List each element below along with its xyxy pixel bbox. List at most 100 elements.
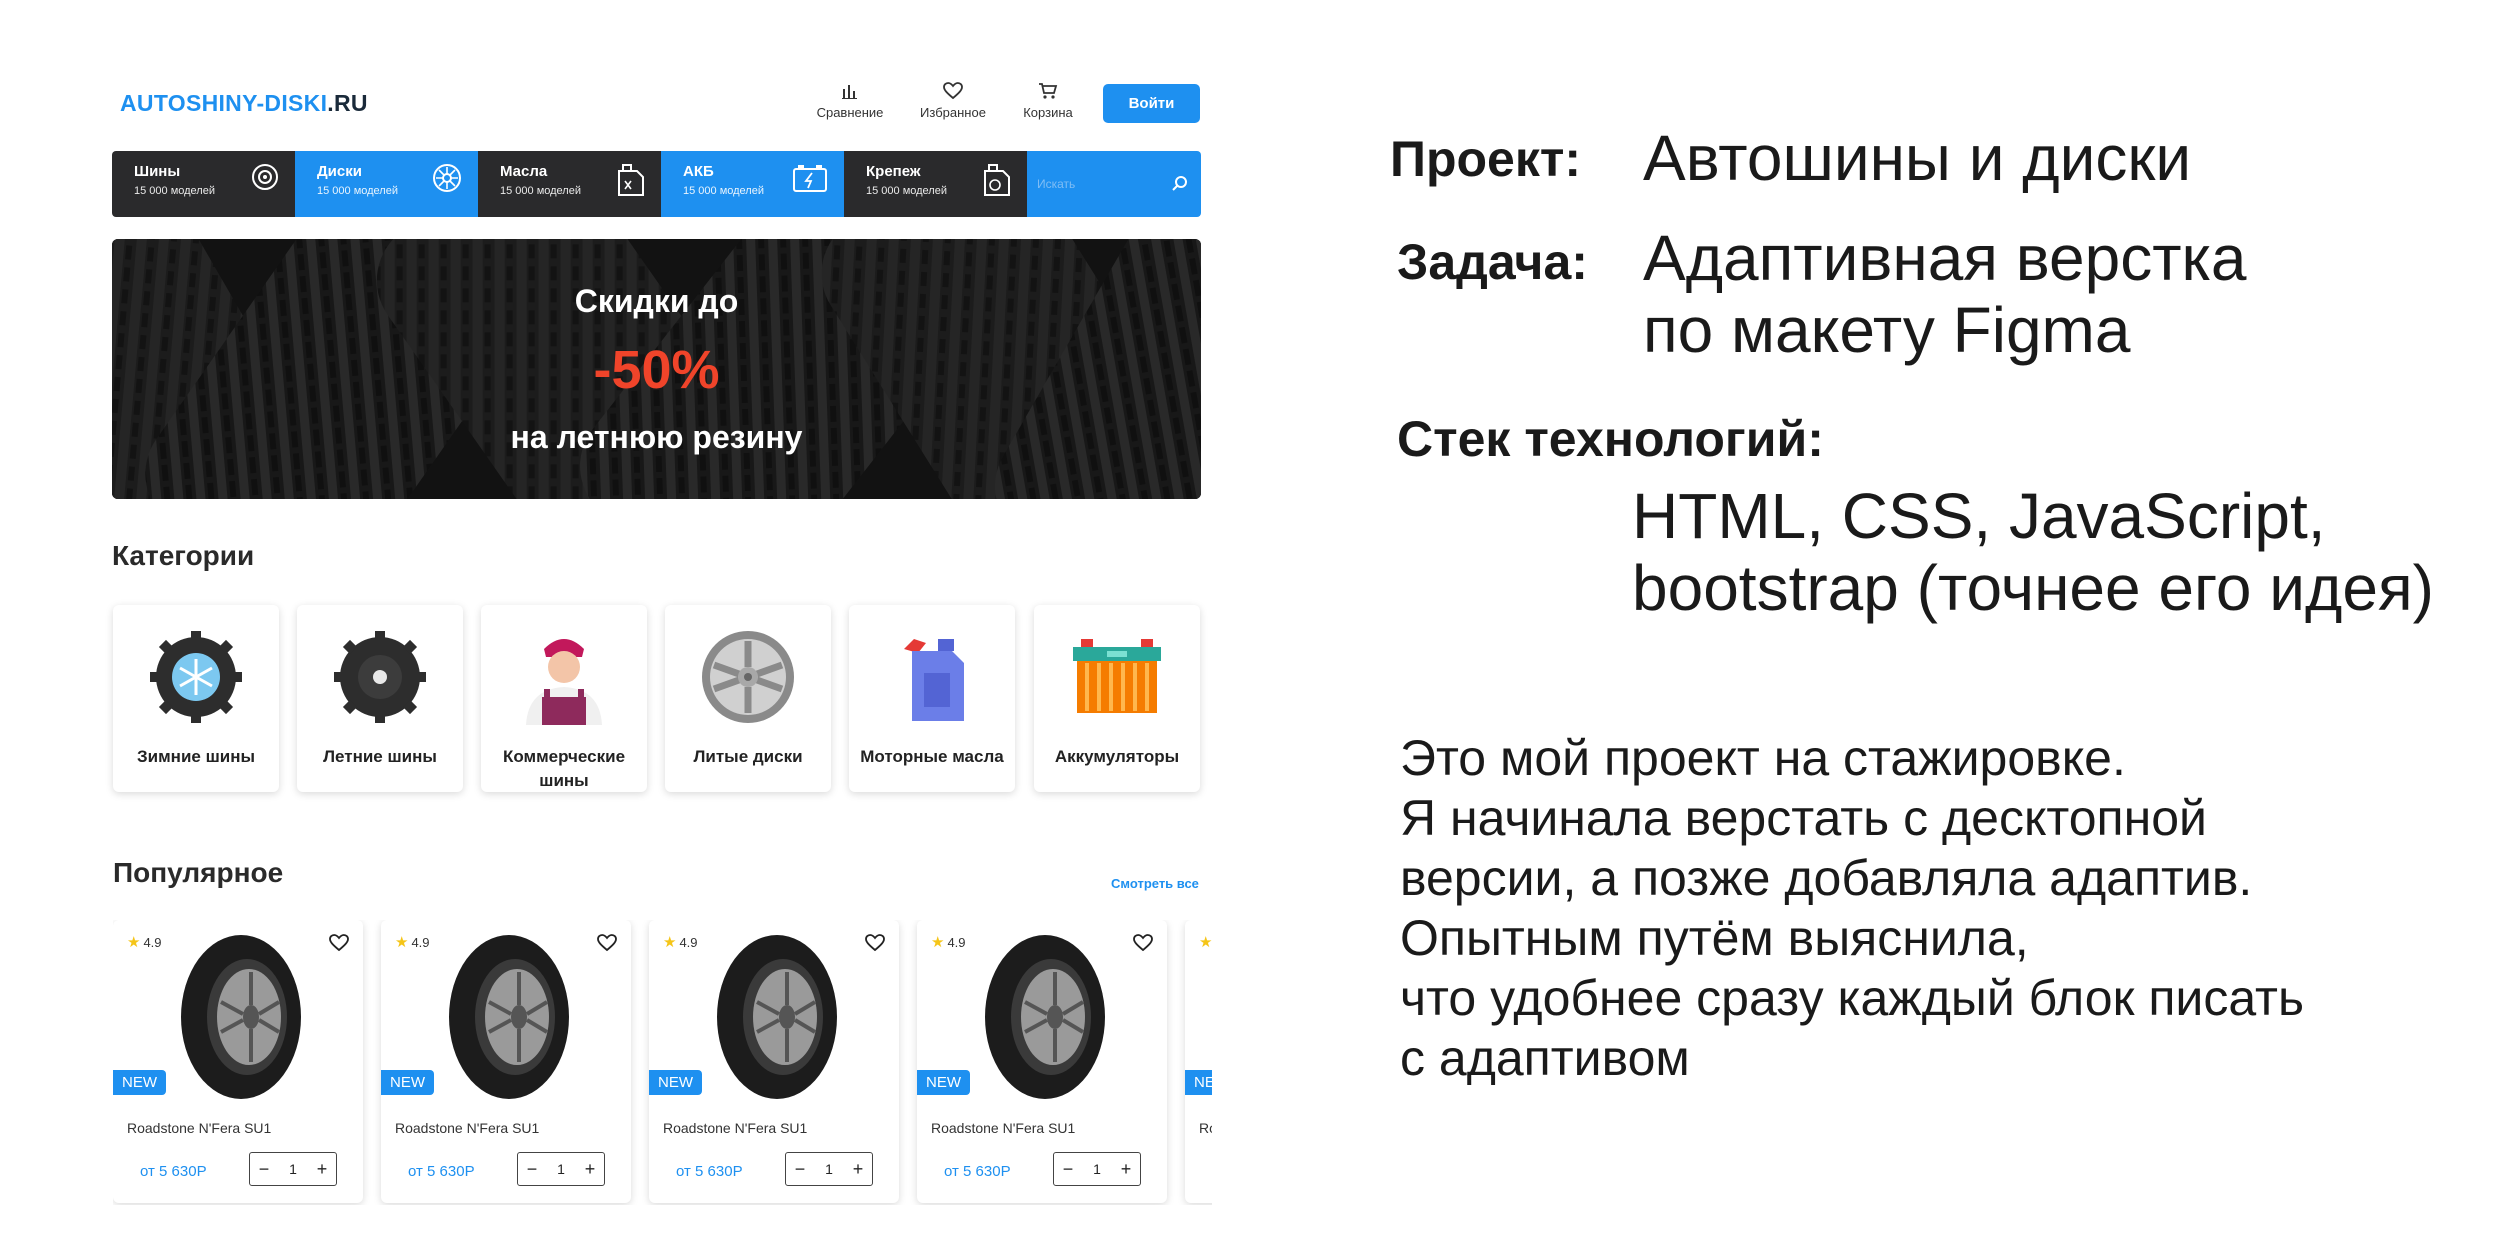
oil-canister-icon xyxy=(904,639,964,721)
tyre-product-image xyxy=(449,935,569,1099)
favorite-heart-icon[interactable] xyxy=(329,934,349,952)
favorites-label: Избранное xyxy=(920,105,986,120)
quantity-value[interactable]: 1 xyxy=(815,1161,843,1177)
plus-button[interactable]: + xyxy=(1112,1159,1140,1180)
logo-tld: .RU xyxy=(327,90,368,116)
paragraph-line: Я начинала верстать с десктопной xyxy=(1400,790,2207,846)
product-price: от 5 630Р xyxy=(408,1163,475,1180)
search-icon[interactable] xyxy=(1171,175,1189,193)
category-tab-tyres[interactable]: Шины 15 000 моделей xyxy=(112,151,295,217)
heart-icon xyxy=(943,82,963,100)
category-card-winter-tyres[interactable]: Зимние шины xyxy=(113,605,279,792)
quantity-value[interactable]: 1 xyxy=(1083,1161,1111,1177)
see-all-link[interactable]: Смотреть все xyxy=(1111,876,1199,891)
tyre-icon xyxy=(252,164,278,190)
product-card[interactable]: ★ 4.9 NEW Roadstone N'Fera SU1 от 5 630Р … xyxy=(381,920,631,1203)
paragraph-line: с адаптивом xyxy=(1400,1030,1690,1086)
banner-line-1: Скидки до xyxy=(574,283,739,319)
category-tab-wheels[interactable]: Диски 15 000 моделей xyxy=(295,151,478,217)
login-button[interactable]: Войти xyxy=(1103,84,1200,123)
site-logo[interactable]: AUTOSHINY-DISKI.RU xyxy=(120,90,368,117)
task-line-1: Адаптивная верстка xyxy=(1643,222,2247,294)
fastener-icon xyxy=(984,164,1010,196)
star-icon: ★ xyxy=(931,934,945,951)
category-card-motor-oils[interactable]: Моторные масла xyxy=(849,605,1015,792)
plus-button[interactable]: + xyxy=(844,1159,872,1180)
description-paragraph: Это мой проект на стажировке. Я начинала… xyxy=(1400,728,2304,1088)
paragraph-line: Опытным путём выяснила, xyxy=(1400,910,2029,966)
product-rating: ★ 4.9 xyxy=(931,933,966,951)
new-badge: NE xyxy=(1185,1070,1212,1095)
category-card-batteries[interactable]: Аккумуляторы xyxy=(1034,605,1200,792)
new-badge: NEW xyxy=(113,1070,166,1095)
summer-tyre-icon xyxy=(334,631,426,723)
new-badge: NEW xyxy=(917,1070,970,1095)
favorites-link[interactable]: Избранное xyxy=(898,82,1008,122)
rating-value: 4.9 xyxy=(411,935,430,950)
product-card[interactable]: ★ 4.9 NEW Roadstone N'Fera SU1 от 5 630Р … xyxy=(917,920,1167,1203)
alloy-wheel-icon xyxy=(702,631,794,723)
category-card-commercial-tyres[interactable]: Коммерческие шины xyxy=(481,605,647,792)
product-name[interactable]: Roadstone N'Fera SU1 xyxy=(663,1120,807,1136)
product-rating: ★ xyxy=(1199,933,1212,951)
task-label: Задача: xyxy=(1397,234,1588,290)
product-rating: ★ 4.9 xyxy=(395,933,430,951)
product-name[interactable]: Roadstone N'Fera SU1 xyxy=(395,1120,539,1136)
compare-icon xyxy=(842,85,857,99)
battery-icon xyxy=(1073,639,1161,713)
category-tab-fasteners[interactable]: Крепеж 15 000 моделей xyxy=(844,151,1027,217)
quantity-stepper: −1 + xyxy=(517,1152,605,1186)
category-tab-oils[interactable]: Масла 15 000 моделей xyxy=(478,151,661,217)
stack-line-2: bootstrap (точнее его идея) xyxy=(1632,552,2434,624)
project-value: Автошины и диски xyxy=(1643,122,2192,194)
star-icon: ★ xyxy=(127,934,141,951)
plus-button[interactable]: + xyxy=(576,1159,604,1180)
quantity-value[interactable]: 1 xyxy=(547,1161,575,1177)
product-rating: ★ 4.9 xyxy=(663,933,698,951)
categories-title: Категории xyxy=(112,540,255,571)
tyre-product-image xyxy=(181,935,301,1099)
winter-tyre-icon xyxy=(150,631,242,723)
paragraph-line: что удобнее сразу каждый блок писать xyxy=(1400,970,2305,1026)
wheel-icon xyxy=(433,164,461,192)
product-name[interactable]: Ro xyxy=(1199,1120,1212,1136)
minus-button[interactable]: − xyxy=(1054,1159,1082,1180)
favorite-heart-icon[interactable] xyxy=(865,934,885,952)
category-card-alloy-wheels[interactable]: Литые диски xyxy=(665,605,831,792)
product-card[interactable]: ★ 4.9 NEW Roadstone N'Fera SU1 от 5 630Р … xyxy=(113,920,363,1203)
tyre-product-image xyxy=(985,935,1105,1099)
battery-icon xyxy=(793,165,827,192)
category-card-summer-tyres[interactable]: Летние шины xyxy=(297,605,463,792)
category-label: Моторные масла xyxy=(860,747,1004,766)
product-price: от 5 630Р xyxy=(140,1163,207,1180)
favorite-heart-icon[interactable] xyxy=(1133,934,1153,952)
product-rating: ★ 4.9 xyxy=(127,933,162,951)
promo-banner[interactable]: Скидки до -50% на летнюю резину xyxy=(112,239,1201,499)
quantity-stepper: −1 + xyxy=(249,1152,337,1186)
plus-button[interactable]: + xyxy=(308,1159,336,1180)
search-placeholder: Искать xyxy=(1037,177,1076,191)
search-input[interactable]: Искать xyxy=(1027,151,1201,217)
stack-label: Стек технологий: xyxy=(1397,411,1824,467)
minus-button[interactable]: − xyxy=(518,1159,546,1180)
banner-line-3: на летнюю резину xyxy=(510,419,803,455)
star-icon: ★ xyxy=(395,934,409,951)
product-carousel: ★ 4.9 NEW Roadstone N'Fera SU1 от 5 630Р … xyxy=(113,920,1212,1205)
favorite-heart-icon[interactable] xyxy=(597,934,617,952)
quantity-stepper: −1 + xyxy=(1053,1152,1141,1186)
product-name[interactable]: Roadstone N'Fera SU1 xyxy=(127,1120,271,1136)
compare-link[interactable]: Сравнение xyxy=(795,82,905,122)
product-card-partial[interactable]: ★ NE Ro xyxy=(1185,920,1212,1203)
banner-text: Скидки до -50% на летнюю резину xyxy=(112,239,1201,499)
minus-button[interactable]: − xyxy=(786,1159,814,1180)
product-name[interactable]: Roadstone N'Fera SU1 xyxy=(931,1120,1075,1136)
category-tab-batteries[interactable]: АКБ 15 000 моделей xyxy=(661,151,844,217)
rating-value: 4.9 xyxy=(947,935,966,950)
rating-value: 4.9 xyxy=(143,935,162,950)
category-bar: Шины 15 000 моделей Диски 15 000 моделей… xyxy=(112,151,1201,217)
cart-link[interactable]: Корзина xyxy=(993,82,1103,122)
minus-button[interactable]: − xyxy=(250,1159,278,1180)
project-label: Проект: xyxy=(1390,131,1581,187)
product-card[interactable]: ★ 4.9 NEW Roadstone N'Fera SU1 от 5 630Р … xyxy=(649,920,899,1203)
quantity-value[interactable]: 1 xyxy=(279,1161,307,1177)
